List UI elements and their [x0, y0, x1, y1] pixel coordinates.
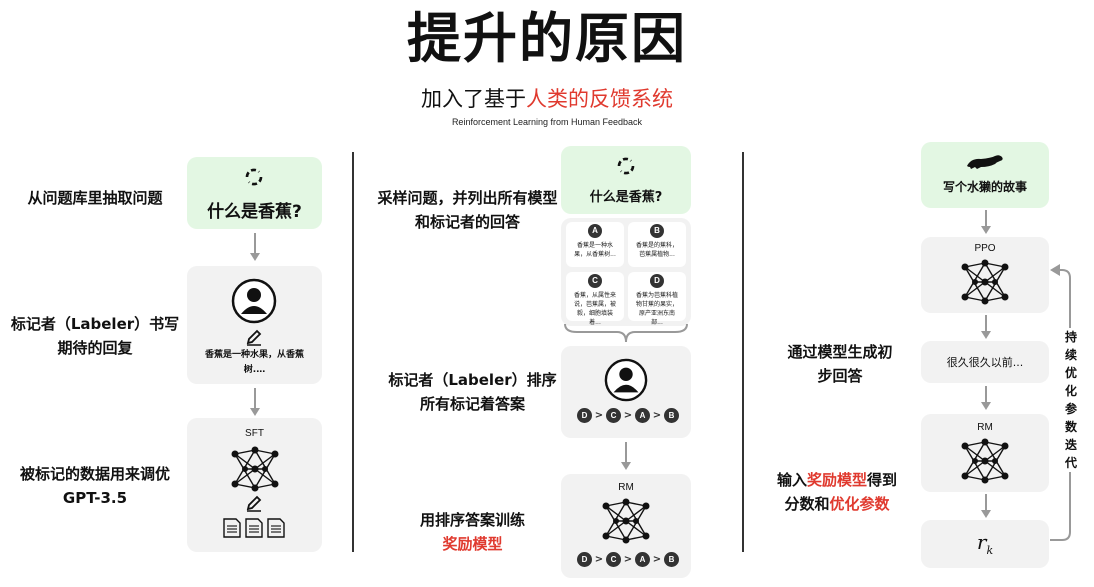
documents-icon [223, 518, 285, 538]
step3-ppo-box: PPO [921, 237, 1049, 313]
greater-than-icon: > [652, 554, 662, 565]
step3-input-highlight: 奖励模型 [806, 471, 867, 489]
person-icon [231, 278, 277, 324]
rank-item: C [606, 552, 621, 567]
greater-than-icon: > [594, 554, 604, 565]
step3-output-box: 很久很久以前... [921, 341, 1049, 383]
otter-icon [967, 155, 1003, 169]
refresh-icon [614, 154, 638, 178]
answer-card-d: D 香蕉为芭蕉科植物甘蕉的果实，原产亚洲东南部... [628, 272, 686, 326]
brace-icon [564, 323, 688, 343]
step2-question-text: 什么是香蕉? [589, 190, 663, 205]
step3-input-prefix: 输入 [776, 471, 807, 489]
step1-sample-label: 从问题库里抽取问题 [27, 189, 163, 207]
step1-labeler-label: 标记者（Labeler）书写期待的回复 [10, 315, 180, 357]
step2-sample-label: 采样问题，并列出所有模型和标记者的回答 [377, 189, 558, 231]
rm-label: RM [618, 482, 634, 493]
page-title: 提升的原因 [407, 7, 687, 70]
arrow-down-icon [981, 210, 991, 234]
greater-than-icon: > [652, 410, 662, 421]
arrow-down-icon [981, 315, 991, 339]
answer-text: 香蕉是的蕉科，芭蕉属植物... [635, 242, 678, 258]
step3-prompt-box: 写个水獭的故事 [921, 142, 1049, 208]
rank-item: C [606, 408, 621, 423]
loop-label: 持续优化参数迭代 [1063, 328, 1079, 472]
rank-item: A [635, 408, 650, 423]
step3-output-text: 很久很久以前... [946, 356, 1024, 369]
greater-than-icon: > [594, 410, 604, 421]
step2-train-label-highlight: 奖励模型 [442, 535, 503, 553]
neural-network-icon [231, 446, 279, 492]
arrow-down-icon [250, 233, 260, 261]
step1-sft-box: SFT [187, 418, 322, 552]
step2-train-label: 用排序答案训练 奖励模型 [385, 508, 560, 556]
step3-input-mid: 得到 [867, 471, 898, 489]
reward-subscript: k [986, 544, 994, 557]
subtitle-english: Reinforcement Learning from Human Feedba… [451, 117, 643, 127]
sft-label: SFT [245, 428, 264, 439]
step2-rm-box: RM D > C > A > B [561, 474, 691, 578]
arrow-down-icon [981, 494, 991, 518]
answer-text: 香蕉，从属性来说，芭蕉属，被毅，细胞填装着... [573, 292, 616, 326]
neural-network-icon [961, 259, 1009, 305]
answer-card-b: B 香蕉是的蕉科，芭蕉属植物... [628, 222, 686, 267]
ranking-row: D > C > A > B [577, 552, 679, 567]
refresh-icon [242, 165, 266, 189]
subtitle: 加入了基于人类的反馈系统 [0, 85, 1094, 113]
subtitle-highlight: 人类的反馈系统 [526, 87, 673, 111]
rank-item: D [577, 552, 592, 567]
greater-than-icon: > [623, 410, 633, 421]
answer-badge: B [650, 224, 664, 238]
column-divider-1 [352, 152, 354, 552]
step2-train-label-prefix: 用排序答案训练 [419, 511, 525, 529]
step3-prompt-text: 写个水獭的故事 [942, 180, 1027, 194]
pencil-icon [245, 494, 263, 512]
greater-than-icon: > [623, 554, 633, 565]
arrow-down-icon [621, 442, 631, 470]
neural-network-icon [602, 498, 650, 544]
answer-text: 香蕉是一种水果，从香蕉树... [574, 242, 616, 258]
reward-symbol: r [976, 530, 987, 554]
step2-question-box: 什么是香蕉? [561, 146, 691, 214]
rm-label: RM [977, 422, 993, 433]
answer-badge: A [588, 224, 602, 238]
step3-generate-label: 通过模型生成初步回答 [787, 343, 893, 385]
step3-input-line2: 分数和优化参数 [762, 492, 912, 516]
step1-train-label: 被标记的数据用来调优GPT-3.5 [19, 465, 170, 507]
person-icon [604, 358, 648, 402]
answer-badge: D [650, 274, 664, 288]
step1-question-text: 什么是香蕉? [207, 202, 302, 222]
neural-network-icon [961, 438, 1009, 484]
answer-card-c: C 香蕉，从属性来说，芭蕉属，被毅，细胞填装着... [566, 272, 624, 326]
step1-answer-box: 香蕉是一种水果，从香蕉树.… [187, 266, 322, 384]
step2-rank-label: 标记者（Labeler）排序所有标记着答案 [388, 371, 557, 413]
answer-text: 香蕉为芭蕉科植物甘蕉的果实，原产亚洲东南部... [635, 292, 678, 326]
column-divider-2 [742, 152, 744, 552]
rank-item: B [664, 408, 679, 423]
arrow-down-icon [981, 386, 991, 410]
answer-badge: C [588, 274, 602, 288]
step1-answer-text: 香蕉是一种水果，从香蕉树.… [204, 350, 304, 375]
step3-reward-box: rk [921, 520, 1049, 568]
rank-item: D [577, 408, 592, 423]
ranking-row: D > C > A > B [577, 408, 679, 423]
step3-rm-box: RM [921, 414, 1049, 492]
pencil-icon [245, 328, 263, 346]
rank-item: B [664, 552, 679, 567]
reward-value: rk [921, 530, 1049, 557]
subtitle-prefix: 加入了基于 [421, 87, 526, 111]
rank-item: A [635, 552, 650, 567]
answer-card-a: A 香蕉是一种水果，从香蕉树... [566, 222, 624, 267]
step3-input-line1: 输入奖励模型得到 [762, 468, 912, 492]
step2-rank-box: D > C > A > B [561, 346, 691, 438]
step3-input-line2-highlight: 优化参数 [829, 495, 890, 513]
step3-input-line2-prefix: 分数和 [784, 495, 830, 513]
arrow-down-icon [250, 388, 260, 416]
step3-input-label: 输入奖励模型得到 分数和优化参数 [762, 468, 912, 516]
ppo-label: PPO [974, 243, 996, 254]
step1-question-box: 什么是香蕉? [187, 157, 322, 229]
